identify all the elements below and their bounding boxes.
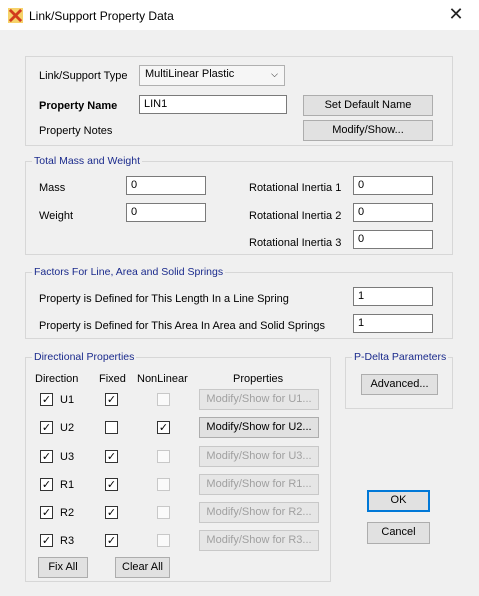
modify-show-u1-button: Modify/Show for U1... — [199, 389, 319, 410]
rotational-inertia-1-label: Rotational Inertia 1 — [249, 182, 342, 194]
mass-weight-title: Total Mass and Weight — [32, 155, 143, 167]
nonlinear-u2-checkbox[interactable]: ✓ — [157, 421, 170, 434]
fixed-u2-checkbox[interactable] — [105, 421, 118, 434]
spring-factors-title: Factors For Line, Area and Solid Springs — [32, 266, 226, 278]
spring-factors-group: Factors For Line, Area and Solid Springs… — [25, 266, 453, 339]
nonlinear-r1-checkbox — [157, 478, 170, 491]
area-spring-area-input[interactable]: 1 — [353, 314, 433, 333]
direction-u3-label: U3 — [60, 451, 75, 463]
clear-all-button[interactable]: Clear All — [115, 557, 170, 578]
advanced-button[interactable]: Advanced... — [361, 374, 438, 395]
weight-label: Weight — [39, 210, 74, 222]
link-type-label: Link/Support Type — [39, 70, 128, 82]
ok-button[interactable]: OK — [367, 490, 430, 512]
fixed-r2-checkbox[interactable]: ✓ — [105, 506, 118, 519]
set-default-name-button[interactable]: Set Default Name — [303, 95, 433, 116]
general-group: Link/Support Type MultiLinear Plastic ⌵ … — [25, 56, 453, 146]
weight-input[interactable]: 0 — [126, 203, 206, 222]
rotational-inertia-3-input[interactable]: 0 — [353, 230, 433, 249]
direction-u2-checkbox[interactable]: ✓ — [40, 421, 53, 434]
direction-u2-label: U2 — [60, 422, 75, 434]
directional-properties-group: Directional Properties Direction Fixed N… — [25, 351, 331, 582]
modify-show-r1-button: Modify/Show for R1... — [199, 474, 319, 495]
link-type-select[interactable]: MultiLinear Plastic ⌵ — [139, 65, 285, 86]
modify-show-u3-button: Modify/Show for U3... — [199, 446, 319, 467]
rotational-inertia-2-label: Rotational Inertia 2 — [249, 210, 342, 222]
mass-label: Mass — [39, 182, 66, 194]
direction-r1-checkbox[interactable]: ✓ — [40, 478, 53, 491]
direction-r3-checkbox[interactable]: ✓ — [40, 534, 53, 547]
app-icon — [8, 8, 23, 23]
direction-u3-checkbox[interactable]: ✓ — [40, 450, 53, 463]
modify-show-r3-button: Modify/Show for R3... — [199, 530, 319, 551]
area-spring-area-label: Property is Defined for This Area In Are… — [39, 320, 325, 332]
nonlinear-u1-checkbox — [157, 393, 170, 406]
direction-r2-label: R2 — [60, 507, 75, 519]
nonlinear-u3-checkbox — [157, 450, 170, 463]
modify-show-notes-button[interactable]: Modify/Show... — [303, 120, 433, 141]
fixed-r1-checkbox[interactable]: ✓ — [105, 478, 118, 491]
line-spring-length-label: Property is Defined for This Length In a… — [39, 293, 289, 305]
mass-input[interactable]: 0 — [126, 176, 206, 195]
properties-header: Properties — [233, 373, 284, 385]
property-notes-label: Property Notes — [39, 125, 113, 137]
direction-u1-checkbox[interactable]: ✓ — [40, 393, 53, 406]
modify-show-u2-button[interactable]: Modify/Show for U2... — [199, 417, 319, 438]
rotational-inertia-1-input[interactable]: 0 — [353, 176, 433, 195]
property-name-input[interactable]: LIN1 — [139, 95, 287, 114]
rotational-inertia-3-label: Rotational Inertia 3 — [249, 237, 342, 249]
direction-header: Direction — [35, 373, 79, 385]
nonlinear-r2-checkbox — [157, 506, 170, 519]
cancel-button[interactable]: Cancel — [367, 522, 430, 544]
mass-weight-group: Total Mass and Weight Mass 0 Weight 0 Ro… — [25, 155, 453, 255]
direction-r3-label: R3 — [60, 535, 75, 547]
fix-all-button[interactable]: Fix All — [38, 557, 88, 578]
p-delta-group: P-Delta Parameters Advanced... — [345, 351, 453, 409]
property-name-label: Property Name — [39, 100, 118, 112]
nonlinear-r3-checkbox — [157, 534, 170, 547]
line-spring-length-input[interactable]: 1 — [353, 287, 433, 306]
chevron-down-icon: ⌵ — [271, 69, 278, 79]
direction-r2-checkbox[interactable]: ✓ — [40, 506, 53, 519]
modify-show-r2-button: Modify/Show for R2... — [199, 502, 319, 523]
fixed-u1-checkbox[interactable]: ✓ — [105, 393, 118, 406]
nonlinear-header: NonLinear — [137, 373, 188, 385]
fixed-u3-checkbox[interactable]: ✓ — [105, 450, 118, 463]
window-title: Link/Support Property Data — [29, 9, 174, 23]
link-type-value: MultiLinear Plastic — [145, 68, 235, 80]
fixed-header: Fixed — [99, 373, 126, 385]
close-icon[interactable]: ✕ — [441, 3, 471, 27]
directional-properties-title: Directional Properties — [32, 351, 137, 363]
fixed-r3-checkbox[interactable]: ✓ — [105, 534, 118, 547]
p-delta-title: P-Delta Parameters — [352, 351, 449, 363]
rotational-inertia-2-input[interactable]: 0 — [353, 203, 433, 222]
direction-u1-label: U1 — [60, 394, 75, 406]
direction-r1-label: R1 — [60, 479, 75, 491]
title-bar: Link/Support Property Data ✕ — [0, 0, 479, 30]
